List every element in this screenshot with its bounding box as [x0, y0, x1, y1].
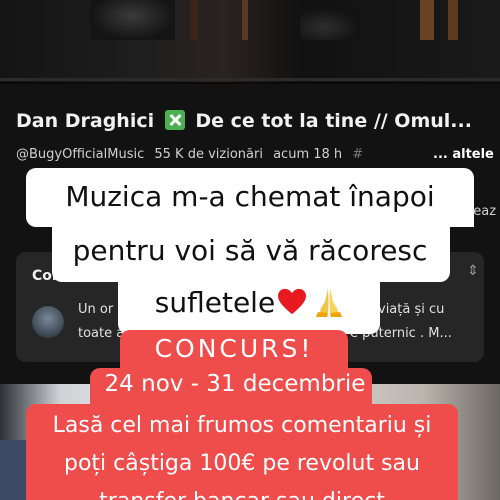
channel-link[interactable]: @BugyOfficialMusic — [16, 147, 144, 162]
video-thumbnail[interactable] — [0, 0, 500, 82]
hashtag[interactable]: # — [352, 147, 363, 162]
more-button[interactable]: ... altele — [433, 147, 494, 162]
video-artist: Dan Draghici — [16, 110, 155, 132]
thumbnail-detail — [420, 0, 434, 40]
caption-line-with-icons: sufletele — [0, 286, 500, 319]
thumbnail-hand — [300, 8, 360, 40]
caption-line: Muzica m-a chemat înapoi — [65, 180, 435, 213]
contest-dates: 24 nov - 31 decembrie — [104, 371, 366, 397]
red-heart-icon — [278, 288, 307, 315]
video-metadata: @BugyOfficialMusic 55 K de vizionări acu… — [16, 147, 494, 162]
video-song-title: De ce tot la tine // Omul... — [195, 110, 472, 132]
contest-title: CONCURS! — [154, 334, 314, 363]
thumbnail-detail — [190, 0, 198, 40]
x-mark-icon — [164, 110, 185, 130]
contest-text: transfer bancar sau direct — [0, 489, 492, 500]
video-progress-bar[interactable] — [0, 78, 500, 81]
thumbnail-person — [90, 0, 175, 40]
praying-hands-icon — [316, 288, 343, 317]
video-title: Dan Draghici De ce tot la tine // Omul..… — [16, 110, 486, 132]
caption-line: pentru voi să vă răcoresc — [72, 234, 428, 267]
caption-line: sufletele — [154, 286, 276, 319]
thumbnail-detail — [242, 0, 248, 40]
contest-text: Lasă cel mai frumos comentariu și — [52, 413, 432, 438]
view-count: 55 K de vizionări — [154, 147, 263, 162]
upload-age: acum 18 h — [273, 147, 343, 162]
thumbnail-detail — [448, 0, 458, 40]
contest-text: poți câștiga 100€ pe revolut sau — [64, 451, 420, 476]
